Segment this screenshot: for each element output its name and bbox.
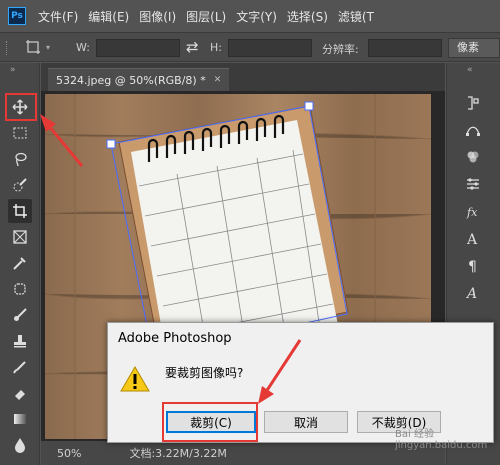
paragraph-icon: ¶ <box>468 259 477 273</box>
zoom-level[interactable]: 50% <box>57 447 81 460</box>
styles-panel-button[interactable]: fx <box>461 199 485 223</box>
history-icon <box>468 96 479 110</box>
gradient-icon <box>14 414 26 424</box>
svg-text:A: A <box>465 286 477 300</box>
channels-panel-button[interactable] <box>461 145 485 169</box>
width-field[interactable] <box>96 39 180 57</box>
warning-icon <box>120 365 150 397</box>
menu-select[interactable]: 选择(S) <box>287 8 328 25</box>
document-tab[interactable]: 5324.jpeg @ 50%(RGB/8) * ✕ <box>48 68 230 91</box>
lasso-icon <box>15 152 27 167</box>
chevron-down-icon[interactable]: ▾ <box>46 43 50 52</box>
unit-select[interactable]: 像素 <box>448 38 500 58</box>
height-label: H: <box>210 41 222 54</box>
transform-tool-icon[interactable] <box>24 38 42 56</box>
glyphs-icon: A <box>465 286 477 300</box>
sliders-icon <box>467 178 479 190</box>
photoshop-logo[interactable]: Ps <box>8 7 26 25</box>
menu-bar: Ps 文件(F) 编辑(E) 图像(I) 图层(L) 文字(Y) 选择(S) 滤… <box>0 0 500 32</box>
stamp-tool[interactable] <box>8 329 32 353</box>
panel-collapse-icon[interactable]: » <box>10 65 16 75</box>
eraser-tool[interactable] <box>8 381 32 405</box>
paragraph-panel-button[interactable]: ¶ <box>461 253 485 277</box>
tools-panel: » <box>0 63 40 465</box>
crop-button-highlight <box>162 402 258 442</box>
menu-layer[interactable]: 图层(L) <box>186 8 226 25</box>
panel-collapse-icon[interactable]: « <box>467 65 473 75</box>
history-brush-icon <box>13 361 26 374</box>
swap-icon[interactable]: ⇄ <box>186 38 199 56</box>
brush-tool[interactable] <box>8 303 32 327</box>
close-icon[interactable]: ✕ <box>214 75 222 85</box>
history-brush-tool[interactable] <box>8 355 32 379</box>
frame-tool[interactable] <box>8 225 32 249</box>
eyedropper-tool[interactable] <box>8 251 32 275</box>
options-grip <box>6 41 10 55</box>
svg-text:A: A <box>466 232 478 246</box>
document-info[interactable]: 文档:3.22M/3.22M <box>129 445 226 461</box>
quick-select-tool[interactable] <box>8 173 32 197</box>
dialog-title: Adobe Photoshop <box>118 331 232 346</box>
unit-value: 像素 <box>457 41 479 54</box>
options-bar: ▾ W: ⇄ H: 分辨率: 像素 <box>0 32 500 62</box>
marquee-icon <box>13 127 27 139</box>
svg-text:¶: ¶ <box>468 259 477 273</box>
menu-edit[interactable]: 编辑(E) <box>88 8 129 25</box>
height-field[interactable] <box>228 39 312 57</box>
marquee-tool[interactable] <box>8 121 32 145</box>
crop-icon <box>13 204 27 218</box>
menu-type[interactable]: 文字(Y) <box>236 8 277 25</box>
pen-path-icon <box>466 126 480 136</box>
channels-icon <box>467 151 479 163</box>
fx-icon: fx <box>466 206 478 219</box>
document-tab-label: 5324.jpeg @ 50%(RGB/8) * <box>56 73 206 87</box>
glyphs-panel-button[interactable]: A <box>461 280 485 304</box>
brush-icon <box>14 308 27 321</box>
watermark: Bai 经验 jingyan.baidu.com <box>395 429 488 451</box>
eyedropper-icon <box>13 257 26 270</box>
svg-text:fx: fx <box>466 206 478 219</box>
eraser-icon <box>15 390 25 400</box>
blur-icon <box>15 438 25 453</box>
history-panel-button[interactable] <box>461 91 485 115</box>
frame-icon <box>13 230 27 244</box>
paths-panel-button[interactable] <box>461 118 485 142</box>
menu-filter[interactable]: 滤镜(T <box>338 8 374 25</box>
character-panel-button[interactable]: A <box>461 226 485 250</box>
character-icon: A <box>466 232 478 246</box>
lasso-tool[interactable] <box>8 147 32 171</box>
resolution-field[interactable] <box>368 39 442 57</box>
cancel-button[interactable]: 取消 <box>264 411 348 433</box>
cancel-button-label: 取消 <box>293 415 318 430</box>
clone-stamp-icon <box>14 335 26 348</box>
quick-select-icon <box>13 178 27 192</box>
menu-image[interactable]: 图像(I) <box>139 8 176 25</box>
resolution-label: 分辨率: <box>322 43 359 56</box>
gradient-tool[interactable] <box>8 407 32 431</box>
healing-brush-icon <box>14 283 26 295</box>
crop-tool[interactable] <box>8 199 32 223</box>
healing-brush-tool[interactable] <box>8 277 32 301</box>
width-label: W: <box>76 41 90 54</box>
dialog-message: 要裁剪图像吗? <box>165 366 244 380</box>
blur-tool[interactable] <box>8 433 32 457</box>
status-bar: 50% 文档:3.22M/3.22M <box>41 441 445 465</box>
menu-file[interactable]: 文件(F) <box>38 8 78 25</box>
move-tool-highlight <box>5 93 37 121</box>
adjustments-panel-button[interactable] <box>461 172 485 196</box>
